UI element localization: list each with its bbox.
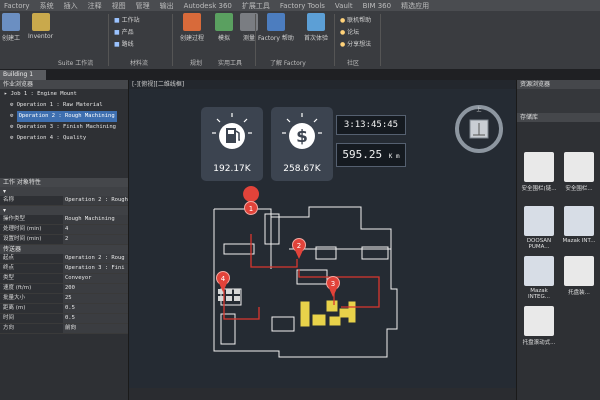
- fence-thumbnail: [564, 152, 594, 182]
- group-utilities: 实用工具: [218, 60, 243, 67]
- menu-item[interactable]: 扩展工具: [242, 1, 270, 11]
- prop-row[interactable]: 操作类型 Rough Machining: [0, 215, 128, 225]
- svg-text:3: 3: [331, 280, 335, 288]
- prop-row[interactable]: 终点 Operation 3 : Fini: [0, 264, 128, 274]
- tree-item-op1[interactable]: ⚙ Operation 1 : Raw Material: [4, 100, 128, 111]
- viewport-controls[interactable]: [-][俯视][二维线框]: [129, 80, 516, 89]
- ribbon-button-inventor[interactable]: Inventor: [28, 13, 53, 40]
- viewport[interactable]: 192.17K $ 258.67K 3:13:45:45 595.25 K m …: [129, 89, 516, 388]
- menu-item[interactable]: 输出: [160, 1, 174, 11]
- job-browser-panel: 作业浏览器 ▸ Job 1 : Engine Mount ⚙ Operation…: [0, 80, 129, 400]
- svg-text:2: 2: [297, 242, 301, 250]
- prop-row[interactable]: 批量大小 25: [0, 294, 128, 304]
- group-material-flow: 材料流: [130, 60, 149, 67]
- prop-row[interactable]: 类型 Conveyor: [0, 274, 128, 284]
- asset-item[interactable]: 托盘装...: [561, 256, 597, 296]
- prop-row[interactable]: 方向 前向: [0, 324, 128, 334]
- menu-item[interactable]: Autodesk 360: [184, 2, 232, 10]
- experience-icon: [307, 13, 325, 31]
- ribbon-button-simulate[interactable]: 模拟: [215, 13, 233, 42]
- asset-item[interactable]: Mazak INT...: [561, 206, 597, 244]
- svg-text:4: 4: [221, 275, 226, 283]
- asset-browser-panel: 资源浏览器 存储库 安全围栏(链... 安全围栏... DOOSAN PUMA.…: [516, 80, 600, 400]
- floor-walls: [213, 206, 398, 358]
- ribbon-button-route[interactable]: ■ 路线: [114, 39, 134, 48]
- menu-item[interactable]: 插入: [64, 1, 78, 11]
- ribbon: 创建工 Inventor ■ 工作站 ■ 产品 ■ 路线 创建过程 模拟 测量 …: [0, 11, 600, 70]
- menu-item[interactable]: 视图: [112, 1, 126, 11]
- prop-row[interactable]: 距离 (m) 0.5: [0, 304, 128, 314]
- ribbon-button-online-help[interactable]: ● 联机帮助: [340, 15, 371, 24]
- process-icon: [183, 13, 201, 31]
- menu-item[interactable]: BIM 360: [363, 2, 392, 10]
- group-suite: Suite 工作流: [58, 60, 94, 67]
- section-general: ▾: [0, 187, 128, 196]
- section-conveyor: 传送器: [0, 245, 128, 254]
- rack-thumbnail: [524, 306, 554, 336]
- factory-layout: 1 2 3 4: [213, 186, 398, 358]
- fence-thumbnail: [524, 152, 554, 182]
- asset-item[interactable]: 安全围栏(链...: [521, 152, 557, 192]
- menu-bar: Factory 系统 插入 注释 视图 管理 输出 Autodesk 360 扩展工具 Facto…: [0, 0, 600, 11]
- asset-item[interactable]: DOOSAN PUMA...: [521, 206, 557, 250]
- menu-item[interactable]: 管理: [136, 1, 150, 11]
- asset-toolbar[interactable]: [517, 89, 600, 113]
- menu-item[interactable]: 系统: [40, 1, 54, 11]
- menu-item[interactable]: Factory Tools: [280, 2, 325, 10]
- help-icon: [266, 13, 285, 31]
- asset-item[interactable]: Mazak INTEG...: [521, 256, 557, 300]
- document-tab-strip: [0, 69, 600, 80]
- group-learn: 了解 Factory: [270, 60, 306, 67]
- group-planning: 规划: [190, 60, 203, 67]
- menu-item[interactable]: 注释: [88, 1, 102, 11]
- prop-row[interactable]: 名称 Operation 2 : Rough: [0, 196, 128, 206]
- ribbon-button-first-experience[interactable]: 首次体验: [304, 13, 328, 42]
- tree-item-op3[interactable]: ⚙ Operation 3 : Finish Machining: [4, 122, 128, 133]
- ribbon-button-create-process[interactable]: 创建过程: [180, 13, 204, 42]
- machine-thumbnail: [524, 256, 554, 286]
- menu-item[interactable]: Factory: [4, 2, 30, 10]
- ribbon-button-workstation[interactable]: ■ 工作站: [114, 15, 140, 24]
- machines: [300, 300, 356, 327]
- factory-icon: [2, 13, 20, 31]
- ribbon-button-0[interactable]: 创建工: [2, 13, 20, 42]
- properties-title: 工作 对象特性: [0, 178, 128, 187]
- asset-browser-title: 资源浏览器: [517, 80, 600, 89]
- job-tree: ▸ Job 1 : Engine Mount ⚙ Operation 1 : R…: [0, 89, 128, 144]
- pallet-thumbnail: [564, 256, 594, 286]
- prop-row[interactable]: 设置时间 (min) 2: [0, 235, 128, 245]
- ribbon-button-forum[interactable]: ● 论坛: [340, 27, 359, 36]
- inventor-icon: [31, 13, 50, 31]
- asset-item[interactable]: 托盘滚动式...: [521, 306, 557, 346]
- simulate-icon: [215, 13, 233, 31]
- ribbon-button-product[interactable]: ■ 产品: [114, 27, 134, 36]
- group-community: 社区: [347, 60, 360, 67]
- tree-item-op2[interactable]: ⚙ Operation 2 : Rough Machining: [4, 111, 128, 122]
- asset-tab[interactable]: 存储库: [517, 113, 600, 122]
- svg-text:1: 1: [249, 205, 253, 213]
- ribbon-button-share-idea[interactable]: ● 分享想法: [340, 39, 371, 48]
- route-markers: 1 2 3 4: [216, 186, 340, 297]
- section-operation: ▾: [0, 206, 128, 215]
- tree-item-job[interactable]: ▸ Job 1 : Engine Mount: [4, 89, 128, 100]
- prop-row[interactable]: 时间 0.5: [0, 314, 128, 324]
- job-browser-title: 作业浏览器: [0, 80, 128, 89]
- lathe-thumbnail: [524, 206, 554, 236]
- document-tab[interactable]: Building 1: [0, 70, 46, 80]
- machine-thumbnail: [564, 206, 594, 236]
- menu-item[interactable]: Vault: [335, 2, 353, 10]
- menu-item[interactable]: 精选应用: [401, 1, 429, 11]
- status-bar: [129, 388, 516, 400]
- tree-item-op4[interactable]: ⚙ Operation 4 : Quality: [4, 133, 128, 144]
- ribbon-button-help[interactable]: Factory 帮助: [258, 13, 294, 42]
- asset-item[interactable]: 安全围栏...: [561, 152, 597, 192]
- prop-row[interactable]: 处理时间 (min) 4: [0, 225, 128, 235]
- prop-row[interactable]: 起点 Operation 2 : Roug: [0, 254, 128, 264]
- prop-row[interactable]: 速度 (ft/m) 200: [0, 284, 128, 294]
